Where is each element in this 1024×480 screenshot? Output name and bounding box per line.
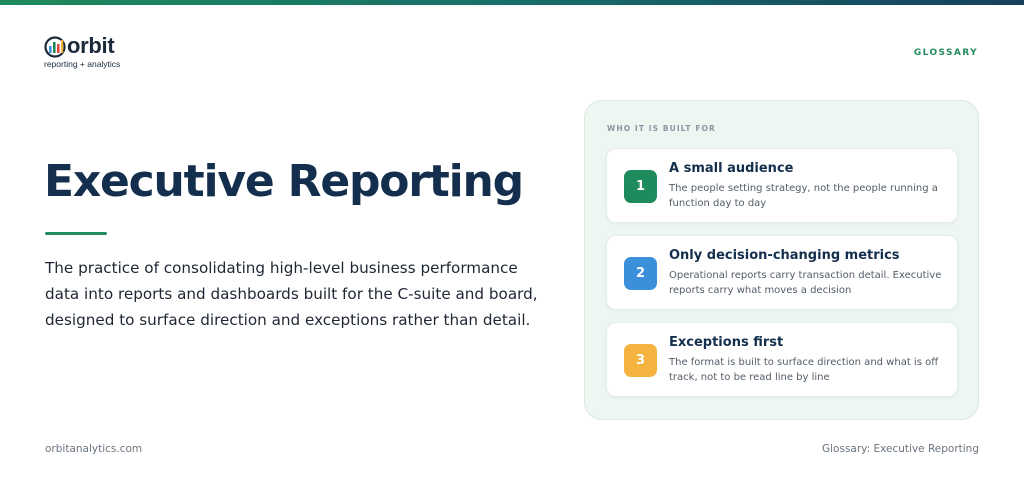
section-label: GLOSSARY bbox=[913, 48, 978, 58]
number-badge: 2 bbox=[624, 257, 657, 290]
card-title: Only decision-changing metrics bbox=[669, 248, 900, 263]
top-accent-bar bbox=[0, 0, 1024, 5]
footer-page-label: Glossary: Executive Reporting bbox=[822, 443, 979, 455]
card-description: The format is built to surface direction… bbox=[669, 357, 939, 383]
audience-card: 2 Only decision-changing metrics Operati… bbox=[606, 235, 958, 310]
number-badge: 3 bbox=[624, 344, 657, 377]
card-description: The people setting strategy, not the peo… bbox=[669, 183, 938, 209]
audience-card: 1 A small audience The people setting st… bbox=[606, 148, 958, 223]
card-description: Operational reports carry transaction de… bbox=[669, 270, 942, 296]
orbit-logo[interactable]: orbit reporting + analytics bbox=[44, 33, 154, 70]
footer-website[interactable]: orbitanalytics.com bbox=[45, 443, 142, 455]
audience-card: 3 Exceptions first The format is built t… bbox=[606, 322, 958, 397]
number-badge: 1 bbox=[624, 170, 657, 203]
logo-wordmark: orbit bbox=[67, 33, 115, 58]
definition-text: The practice of consolidating high-level… bbox=[45, 259, 538, 329]
panel-label: WHO IT IS BUILT FOR bbox=[607, 124, 716, 133]
card-title: A small audience bbox=[669, 161, 794, 176]
logo-tagline: reporting + analytics bbox=[44, 59, 121, 69]
audience-panel: WHO IT IS BUILT FOR 1 A small audience T… bbox=[584, 100, 979, 420]
orbit-logo-icon bbox=[44, 36, 66, 58]
title-underline bbox=[45, 232, 107, 235]
card-title: Exceptions first bbox=[669, 335, 784, 350]
page-title: Executive Reporting bbox=[44, 156, 524, 207]
